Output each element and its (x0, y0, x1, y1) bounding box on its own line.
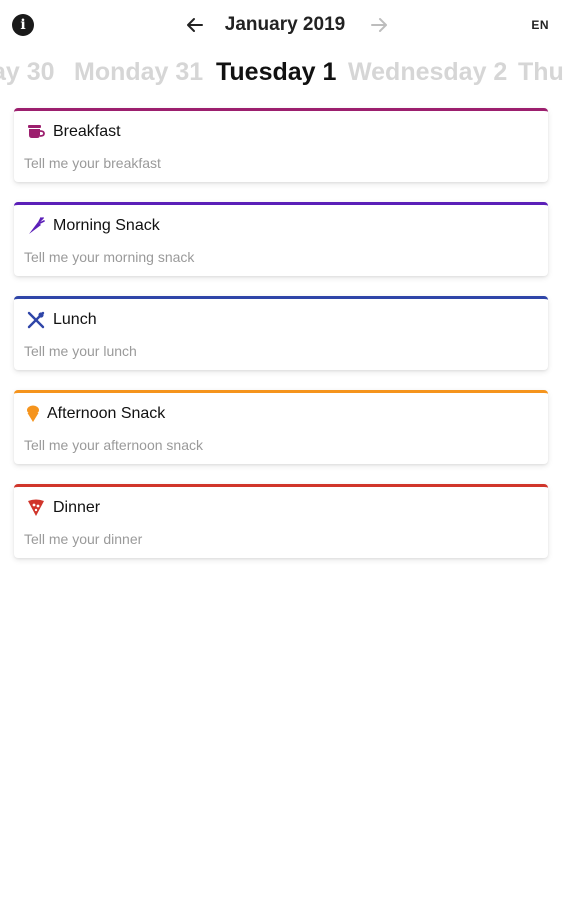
pizza-icon (25, 498, 47, 518)
arrow-left-icon[interactable] (182, 12, 208, 38)
top-bar: i January 2019 EN (0, 0, 563, 50)
day-item[interactable]: Thu (518, 58, 563, 87)
arrow-right-icon[interactable] (366, 12, 392, 38)
info-icon[interactable]: i (12, 14, 34, 36)
carrot-icon (25, 216, 47, 236)
meal-title: Dinner (53, 499, 101, 516)
meal-title: Afternoon Snack (47, 405, 166, 422)
fork-knife-icon (25, 310, 47, 330)
day-item[interactable]: ay 30 (0, 58, 55, 87)
meal-card-afternoon-snack[interactable]: Afternoon Snack Tell me your afternoon s… (14, 390, 548, 464)
meal-title: Breakfast (53, 123, 121, 140)
month-title: January 2019 (224, 14, 346, 35)
day-carousel[interactable]: ay 30 Monday 31 Tuesday 1 Wednesday 2 Th… (0, 50, 563, 96)
meal-card-morning-snack[interactable]: Morning Snack Tell me your morning snack (14, 202, 548, 276)
meal-card-dinner[interactable]: Dinner Tell me your dinner (14, 484, 548, 558)
meal-input-hint: Tell me your lunch (24, 343, 137, 359)
meal-input-hint: Tell me your morning snack (24, 249, 195, 265)
meal-title: Morning Snack (53, 217, 160, 234)
ice-cream-icon (25, 404, 41, 424)
coffee-cup-icon (25, 122, 47, 142)
meal-input-hint: Tell me your breakfast (24, 155, 161, 171)
meal-list: Breakfast Tell me your breakfast Morning… (14, 108, 548, 578)
day-item[interactable]: Monday 31 (74, 58, 203, 87)
day-item[interactable]: Wednesday 2 (348, 58, 507, 87)
day-item-selected[interactable]: Tuesday 1 (216, 58, 336, 87)
meal-title: Lunch (53, 311, 97, 328)
meal-card-lunch[interactable]: Lunch Tell me your lunch (14, 296, 548, 370)
meal-input-hint: Tell me your afternoon snack (24, 437, 203, 453)
language-selector[interactable]: EN (531, 18, 549, 32)
meal-card-breakfast[interactable]: Breakfast Tell me your breakfast (14, 108, 548, 182)
meal-input-hint: Tell me your dinner (24, 531, 143, 547)
